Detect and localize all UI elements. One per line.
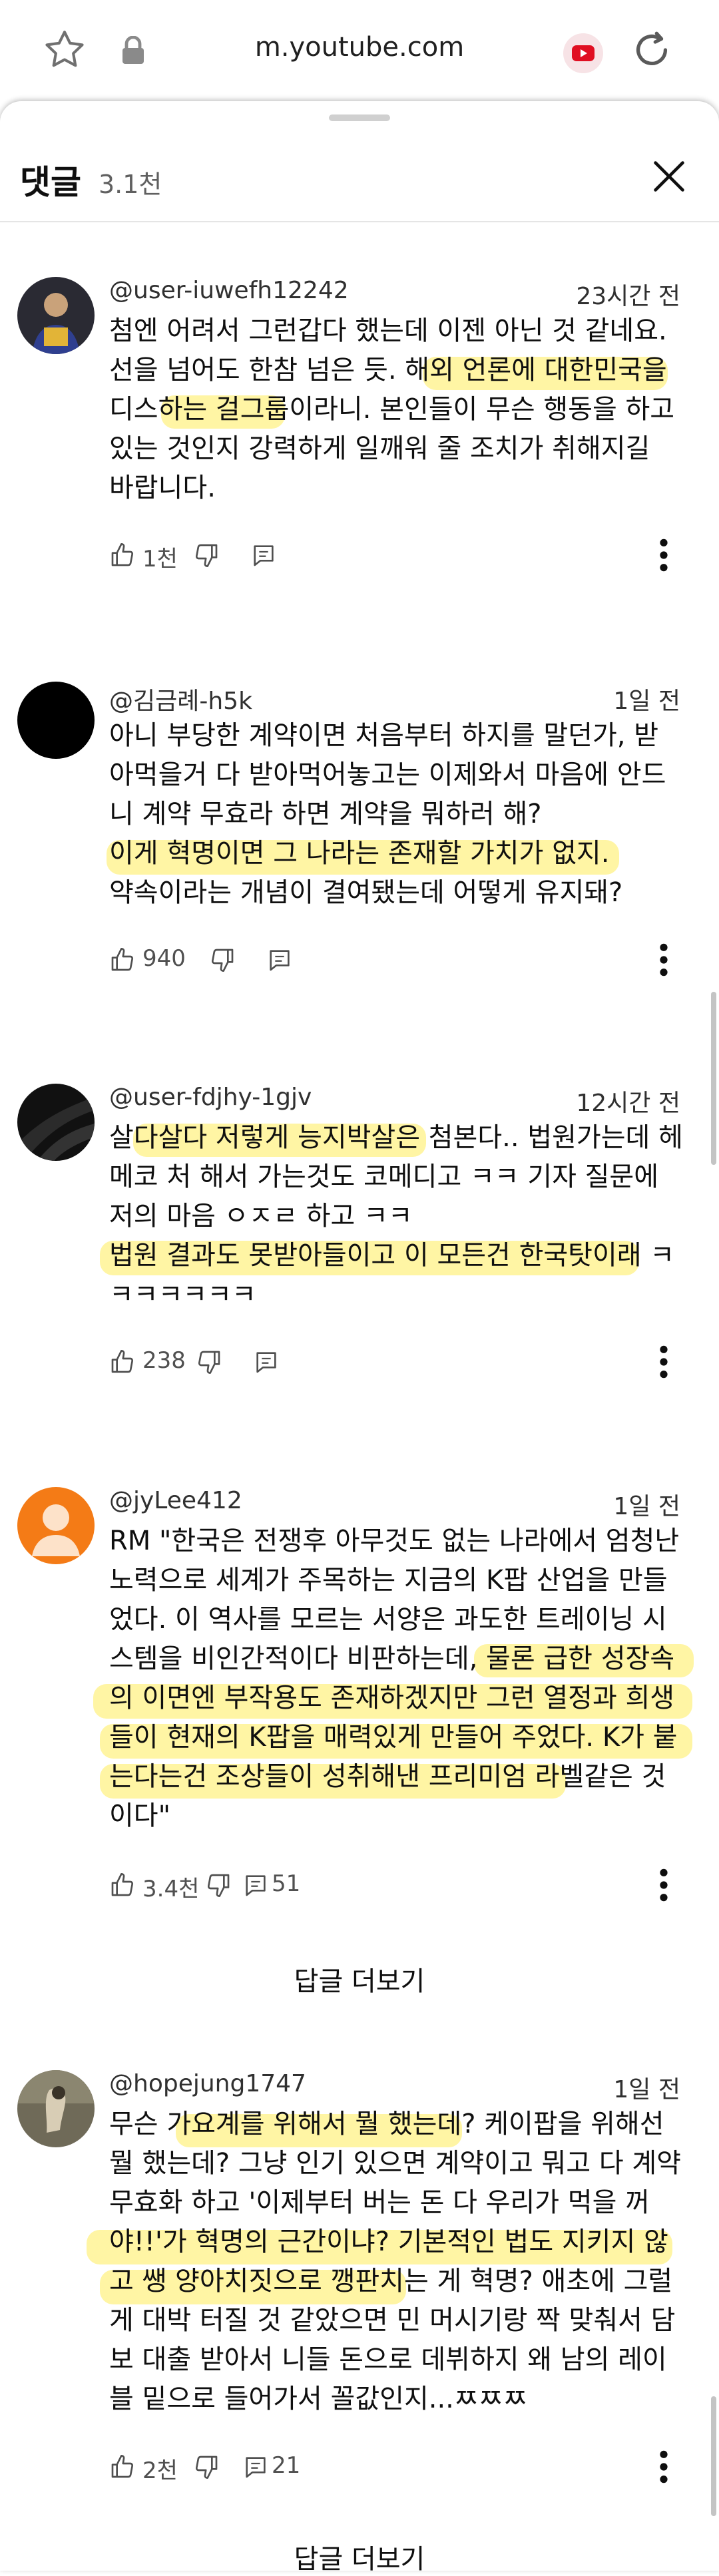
header-divider bbox=[0, 221, 719, 222]
comments-header: 댓글 3.1천 bbox=[0, 141, 719, 214]
comment-time: 12시간 전 bbox=[576, 1090, 680, 1117]
comment-count: 3.1천 bbox=[99, 170, 162, 199]
like-icon[interactable] bbox=[109, 1872, 136, 1898]
reply-icon[interactable] bbox=[266, 947, 293, 973]
like-count: 2천 bbox=[142, 2458, 178, 2484]
scrollbar[interactable] bbox=[711, 2396, 716, 2516]
more-options-icon[interactable] bbox=[647, 2448, 680, 2485]
more-options-icon[interactable] bbox=[647, 1343, 680, 1381]
comment-actions: 1천 bbox=[109, 537, 695, 574]
reply-count: 21 bbox=[272, 2452, 301, 2479]
avatar[interactable] bbox=[17, 682, 95, 759]
reply-icon[interactable] bbox=[253, 1349, 280, 1375]
more-replies-button[interactable]: 답글 더보기 bbox=[0, 2537, 719, 2576]
comment-actions: 238 bbox=[109, 1343, 695, 1381]
reply-count: 51 bbox=[272, 1870, 301, 1897]
comment-text: RM "한국은 전쟁후 아무것도 없는 나라에서 엄청난 노력으로 세계가 주목… bbox=[109, 1526, 680, 1831]
comment-actions: 3.4천 51 bbox=[109, 1866, 695, 1904]
like-icon[interactable] bbox=[109, 1349, 136, 1375]
like-count: 940 bbox=[142, 945, 186, 972]
reload-icon[interactable] bbox=[628, 27, 675, 73]
avatar[interactable] bbox=[17, 1084, 95, 1161]
like-icon[interactable] bbox=[109, 947, 136, 973]
panel-title: 댓글 bbox=[20, 163, 81, 202]
drag-handle[interactable] bbox=[329, 114, 390, 121]
comment-text: 살다살다 저렇게 능지박살은 첨본다.. 법원가는데 헤 메코 처 해서 가는것… bbox=[109, 1122, 683, 1310]
reply-icon[interactable] bbox=[250, 542, 277, 568]
avatar[interactable] bbox=[17, 277, 95, 354]
like-count: 238 bbox=[142, 1347, 186, 1374]
comment-actions: 940 bbox=[109, 941, 695, 978]
avatar[interactable] bbox=[17, 1487, 95, 1564]
comment-time: 1일 전 bbox=[613, 688, 680, 715]
reply-icon[interactable] bbox=[242, 2454, 269, 2480]
close-icon[interactable] bbox=[646, 153, 692, 200]
comment-author[interactable]: @hopejung1747 bbox=[109, 2070, 306, 2097]
scrollbar[interactable] bbox=[711, 992, 716, 1165]
comment-time: 1일 전 bbox=[613, 1493, 680, 1520]
comment-text: 무슨 가요계를 위해서 뭘 했는데? 케이팝을 위해선 뭘 했는데? 그냥 인기… bbox=[109, 2109, 681, 2414]
youtube-app-icon[interactable] bbox=[563, 33, 603, 73]
like-icon[interactable] bbox=[109, 542, 136, 568]
comment-actions: 2천 21 bbox=[109, 2448, 695, 2485]
dislike-icon[interactable] bbox=[193, 2454, 220, 2480]
dislike-icon[interactable] bbox=[209, 947, 236, 973]
comment-text: 첨엔 어려서 그런갑다 했는데 이젠 아닌 것 같네요. 선을 넘어도 한참 넘… bbox=[109, 316, 675, 503]
avatar[interactable] bbox=[17, 2070, 95, 2147]
dislike-icon[interactable] bbox=[193, 542, 220, 568]
more-options-icon[interactable] bbox=[647, 941, 680, 978]
browser-toolbar: m.youtube.com bbox=[0, 0, 719, 101]
like-count: 3.4천 bbox=[142, 1876, 200, 1902]
like-count: 1천 bbox=[142, 546, 178, 572]
comment-time: 23시간 전 bbox=[576, 283, 680, 310]
comment-text: 아니 부당한 계약이면 처음부터 하지를 말던가, 받 아먹을거 다 받아먹어놓… bbox=[109, 720, 666, 908]
more-options-icon[interactable] bbox=[647, 537, 680, 574]
comment-author[interactable]: @jyLee412 bbox=[109, 1487, 242, 1514]
more-options-icon[interactable] bbox=[647, 1866, 680, 1904]
comment-author[interactable]: @user-iuwefh12242 bbox=[109, 277, 349, 304]
address-bar-url[interactable]: m.youtube.com bbox=[0, 32, 719, 63]
dislike-icon[interactable] bbox=[205, 1872, 232, 1898]
dislike-icon[interactable] bbox=[196, 1349, 222, 1375]
comment-time: 1일 전 bbox=[613, 2076, 680, 2103]
like-icon[interactable] bbox=[109, 2454, 136, 2480]
reply-icon[interactable] bbox=[242, 1872, 269, 1898]
comment-author[interactable]: @user-fdjhy-1gjv bbox=[109, 1084, 312, 1111]
more-replies-button[interactable]: 답글 더보기 bbox=[0, 1960, 719, 1998]
comment-author[interactable]: @김금례-h5k bbox=[109, 682, 252, 716]
